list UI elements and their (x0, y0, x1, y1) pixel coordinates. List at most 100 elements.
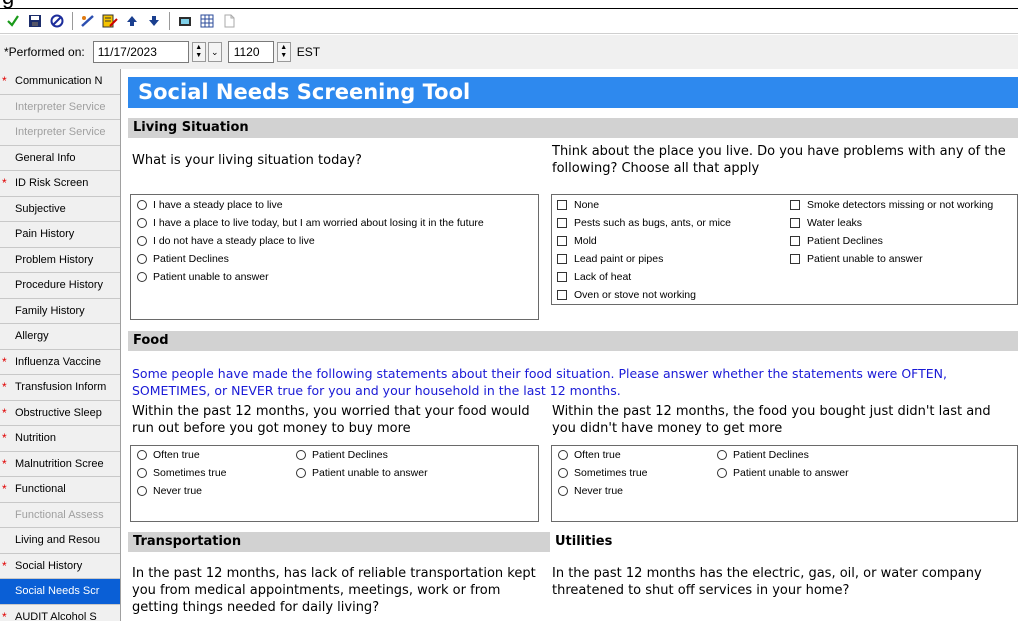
sidebar-item[interactable]: Allergy (0, 324, 120, 350)
living-situation-option[interactable]: I have a place to live today, but I am w… (137, 217, 484, 229)
housing-problem-option[interactable]: Oven or stove not working (557, 289, 696, 301)
form-title: Social Needs Screening Tool (128, 77, 1018, 108)
housing-problem-option[interactable]: Smoke detectors missing or not working (790, 199, 993, 211)
sidebar-item-label: Nutrition (15, 432, 56, 444)
cancel-icon[interactable] (46, 11, 67, 31)
time-spinner[interactable]: ▲ ▼ (276, 42, 291, 62)
radio-button[interactable] (137, 200, 147, 210)
checkbox[interactable] (557, 218, 567, 228)
food-frequency-option[interactable]: Patient unable to answer (296, 467, 428, 479)
food-frequency-option[interactable]: Never true (558, 485, 623, 497)
save-icon[interactable] (24, 11, 45, 31)
checkbox[interactable] (557, 272, 567, 282)
living-situation-option[interactable]: I do not have a steady place to live (137, 235, 315, 247)
sidebar-item-label: Pain History (15, 228, 75, 240)
radio-button[interactable] (137, 450, 147, 460)
radio-button[interactable] (137, 236, 147, 246)
living-situation-option[interactable]: Patient Declines (137, 253, 229, 265)
grid-icon[interactable] (196, 11, 217, 31)
radio-button[interactable] (137, 254, 147, 264)
sidebar-item-label: Problem History (15, 253, 94, 266)
housing-problem-option[interactable]: Patient unable to answer (790, 253, 923, 265)
checkbox[interactable] (557, 200, 567, 210)
radio-button[interactable] (558, 450, 568, 460)
sidebar-item[interactable]: Subjective (0, 197, 120, 222)
option-label: Patient Declines (312, 449, 388, 461)
food-frequency-option[interactable]: Often true (558, 449, 621, 461)
pencil-icon[interactable] (77, 11, 98, 31)
radio-button[interactable] (558, 468, 568, 478)
housing-problem-option[interactable]: Patient Declines (790, 235, 883, 247)
food-frequency-option[interactable]: Patient Declines (296, 449, 388, 461)
radio-button[interactable] (137, 486, 147, 496)
food-frequency-option[interactable]: Patient unable to answer (717, 467, 849, 479)
housing-problem-option[interactable]: Pests such as bugs, ants, or mice (557, 217, 731, 229)
living-situation-option[interactable]: I have a steady place to live (137, 199, 283, 211)
document-icon[interactable] (218, 11, 239, 31)
checkbox[interactable] (790, 218, 800, 228)
device-icon[interactable] (174, 11, 195, 31)
sidebar-item[interactable]: Problem History (0, 248, 120, 273)
sidebar-item[interactable]: * Transfusion Inform (0, 375, 120, 401)
sidebar-item-label: General Info (15, 151, 76, 164)
sidebar-item[interactable]: * Communication N (0, 69, 120, 95)
option-label: Patient Declines (153, 253, 229, 265)
required-asterisk-icon: * (2, 74, 7, 88)
sidebar-item[interactable]: Living and Resou (0, 528, 120, 554)
performed-on-row: *Performed on: ▲▼ ⌄ ▲▼ EST (0, 35, 1018, 69)
sidebar-item[interactable]: Pain History (0, 222, 120, 248)
food-frequency-option[interactable]: Often true (137, 449, 200, 461)
housing-problem-option[interactable]: Lead paint or pipes (557, 253, 663, 265)
radio-button[interactable] (296, 468, 306, 478)
radio-button[interactable] (558, 486, 568, 496)
radio-button[interactable] (137, 218, 147, 228)
housing-problem-option[interactable]: None (557, 199, 599, 211)
spin-up-icon: ▲ (280, 44, 288, 51)
checkmark-icon[interactable] (2, 11, 23, 31)
radio-button[interactable] (296, 450, 306, 460)
sidebar-item[interactable]: Social Needs Scr (0, 579, 120, 605)
radio-button[interactable] (137, 272, 147, 282)
housing-problem-option[interactable]: Water leaks (790, 217, 862, 229)
arrow-down-icon[interactable] (143, 11, 164, 31)
sidebar-item[interactable]: * Nutrition (0, 426, 120, 452)
checkbox[interactable] (557, 236, 567, 246)
sidebar-item[interactable]: * AUDIT Alcohol S (0, 605, 120, 621)
radio-button[interactable] (717, 468, 727, 478)
performed-date-input[interactable] (92, 41, 189, 63)
checkbox[interactable] (557, 254, 567, 264)
sidebar-item[interactable]: * ID Risk Screen (0, 171, 120, 197)
sidebar-item-label: Procedure History (15, 279, 104, 291)
date-spinner[interactable]: ▲ ▼ (191, 42, 206, 62)
performed-time-input[interactable] (227, 41, 274, 63)
toolbar-separator (169, 12, 170, 30)
housing-problem-option[interactable]: Mold (557, 235, 597, 247)
sidebar-item: Interpreter Service (0, 120, 120, 146)
sidebar-item[interactable]: * Influenza Vaccine (0, 350, 120, 375)
arrow-up-icon[interactable] (121, 11, 142, 31)
checkbox[interactable] (557, 290, 567, 300)
date-dropdown-chevron-icon[interactable]: ⌄ (207, 42, 222, 62)
checkbox[interactable] (790, 200, 800, 210)
housing-problem-option[interactable]: Lack of heat (557, 271, 631, 283)
sidebar-item[interactable]: Family History (0, 299, 120, 324)
radio-button[interactable] (137, 468, 147, 478)
sidebar-item[interactable]: * Functional (0, 477, 120, 503)
food-frequency-option[interactable]: Sometimes true (558, 467, 648, 479)
food-frequency-option[interactable]: Sometimes true (137, 467, 227, 479)
sidebar-item[interactable]: * Social History (0, 554, 120, 579)
option-label: Patient unable to answer (312, 467, 428, 479)
food-frequency-option[interactable]: Never true (137, 485, 202, 497)
sidebar-item[interactable]: * Malnutrition Scree (0, 452, 120, 477)
checkbox[interactable] (790, 236, 800, 246)
living-situation-option[interactable]: Patient unable to answer (137, 271, 269, 283)
checkbox[interactable] (790, 254, 800, 264)
sidebar-item[interactable]: * Obstructive Sleep (0, 401, 120, 426)
sidebar-item[interactable]: General Info (0, 146, 120, 171)
radio-button[interactable] (717, 450, 727, 460)
form-icon[interactable] (99, 11, 120, 31)
option-label: Never true (574, 485, 624, 497)
sidebar-item[interactable]: Procedure History (0, 273, 120, 299)
food-frequency-option[interactable]: Patient Declines (717, 449, 809, 461)
sidebar-item-label: Social Needs Scr (15, 585, 100, 597)
